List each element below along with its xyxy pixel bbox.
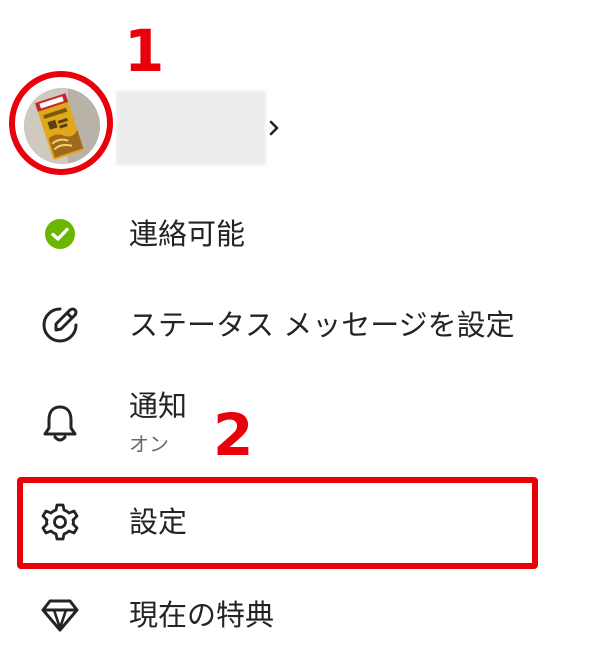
menu-item-notifications[interactable]: 通知 オン — [0, 388, 600, 456]
menu-item-label: 現在の特典 — [129, 598, 275, 632]
menu-item-label: 連絡可能 — [129, 217, 246, 251]
bell-icon — [43, 405, 77, 442]
menu-item-set-status-message[interactable]: ステータス メッセージを設定 — [0, 293, 600, 357]
annotation-step-2: 2 — [213, 401, 254, 469]
annotation-step-1: 1 — [124, 17, 165, 85]
annotation-highlight-settings — [17, 477, 538, 569]
available-status-icon — [45, 219, 75, 249]
menu-item-label: 通知 — [129, 389, 188, 423]
edit-status-icon — [42, 307, 78, 343]
menu-item-current-perks[interactable]: 現在の特典 — [0, 583, 600, 647]
menu-item-sublabel: オン — [129, 432, 169, 456]
chevron-right-icon[interactable] — [268, 116, 282, 140]
menu-item-available[interactable]: 連絡可能 — [0, 202, 600, 266]
annotation-circle-avatar — [9, 71, 113, 175]
profile-name-redacted[interactable] — [116, 91, 266, 165]
menu-item-label: ステータス メッセージを設定 — [129, 308, 515, 342]
diamond-icon — [41, 599, 79, 632]
